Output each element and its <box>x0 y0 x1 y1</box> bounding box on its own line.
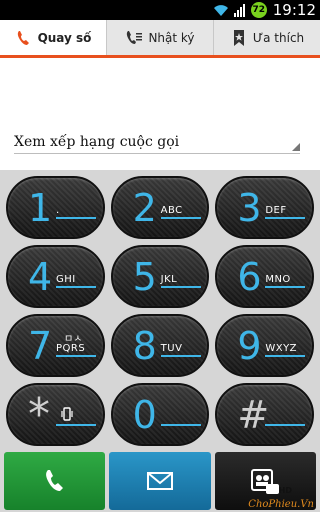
key-letters <box>265 423 306 426</box>
key-2[interactable]: 2 ABC <box>110 176 210 239</box>
dropdown-label: Xem xếp hạng cuộc gọi <box>14 133 180 150</box>
key-digit: 5 <box>132 254 157 299</box>
key-letters: WXYZ <box>265 343 306 357</box>
key-letters: DEF <box>265 205 306 219</box>
key-3[interactable]: 3 DEF <box>215 176 314 239</box>
key-digit: 8 <box>132 323 157 368</box>
hd-badge: HD <box>278 486 292 495</box>
clock: 19:12 <box>272 1 316 19</box>
key-digit: 0 <box>132 392 157 437</box>
tab-label: Ưa thích <box>252 30 305 45</box>
phone-icon <box>17 30 29 45</box>
key-digit: 6 <box>237 254 262 299</box>
key-letters <box>56 423 96 426</box>
dropdown-arrow-icon <box>292 143 300 151</box>
key-digit: # <box>237 392 270 437</box>
key-letters <box>160 423 201 426</box>
key-letters: PQRS <box>56 343 96 357</box>
key-letters: . <box>56 205 96 219</box>
bookmark-star-icon <box>233 29 244 46</box>
envelope-icon <box>146 472 173 490</box>
key-letters: TUV <box>160 343 201 357</box>
battery-icon: 72 <box>250 2 267 18</box>
hd-video-call-icon <box>251 469 280 494</box>
tab-dialer[interactable]: Quay số <box>0 20 107 55</box>
key-digit: * <box>28 388 50 440</box>
key-digit: 9 <box>237 323 262 368</box>
dialpad: 1 . 2 ABC 3 DEF 4 GHI 5 JKL 6 MNO 7 ㅁㅅ P… <box>0 170 320 450</box>
key-0[interactable]: 0 <box>110 383 210 446</box>
tab-label: Quay số <box>37 30 92 45</box>
key-5[interactable]: 5 JKL <box>110 245 210 308</box>
hd-video-call-button[interactable]: HD ChoPhieu.Vn <box>214 452 316 510</box>
message-button[interactable] <box>109 452 211 510</box>
tab-favorites[interactable]: Ưa thích <box>214 20 320 55</box>
phone-handset-icon <box>45 470 63 491</box>
key-digit: 7 <box>28 323 53 368</box>
key-8[interactable]: 8 TUV <box>110 314 210 377</box>
key-4[interactable]: 4 GHI <box>6 245 105 308</box>
tab-bar: Quay số Nhật ký Ưa thích <box>0 20 320 58</box>
vibrate-icon <box>61 407 73 421</box>
wifi-icon <box>213 5 228 16</box>
signal-icon <box>233 4 245 17</box>
key-letters: GHI <box>56 274 96 288</box>
key-digit: 2 <box>132 185 157 230</box>
key-7[interactable]: 7 ㅁㅅ PQRS <box>6 314 105 377</box>
key-6[interactable]: 6 MNO <box>215 245 314 308</box>
call-ranking-dropdown[interactable]: Xem xếp hạng cuộc gọi <box>14 130 300 154</box>
call-button[interactable] <box>4 452 106 510</box>
key-letters: JKL <box>160 274 201 288</box>
key-digit: 4 <box>28 254 53 299</box>
action-bar: HD ChoPhieu.Vn <box>0 450 320 512</box>
key-digit: 1 <box>28 185 53 230</box>
tab-call-log[interactable]: Nhật ký <box>107 20 214 55</box>
call-log-icon <box>127 30 143 44</box>
key-digit: 3 <box>237 185 262 230</box>
dialer-display: Xem xếp hạng cuộc gọi <box>0 58 320 170</box>
key-9[interactable]: 9 WXYZ <box>215 314 314 377</box>
tab-label: Nhật ký <box>148 30 195 45</box>
status-bar: 72 19:12 <box>0 0 320 20</box>
watermark: ChoPhieu.Vn <box>248 499 314 510</box>
key-letters: MNO <box>265 274 306 288</box>
key-hash[interactable]: # <box>215 383 314 446</box>
key-star[interactable]: * <box>6 383 105 446</box>
key-letters: ABC <box>160 205 201 219</box>
key-1[interactable]: 1 . <box>6 176 105 239</box>
